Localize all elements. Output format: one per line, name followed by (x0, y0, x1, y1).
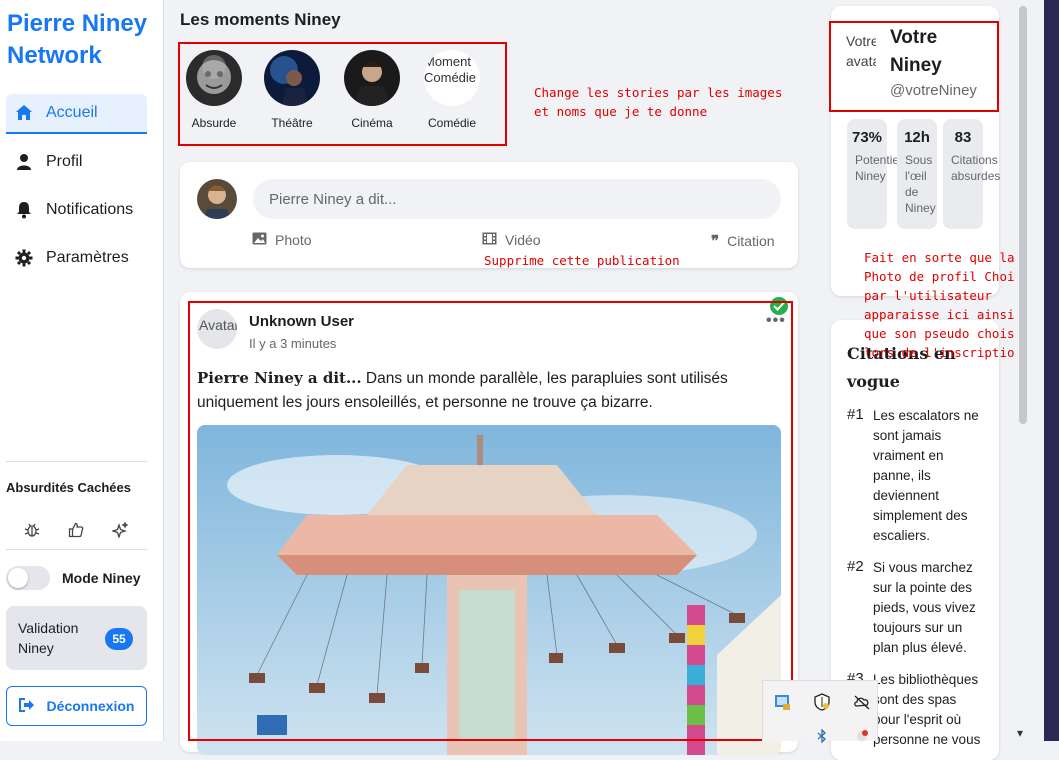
notification-dot-icon[interactable] (851, 725, 873, 747)
bell-icon (14, 200, 34, 220)
stat-value: 12h (904, 129, 930, 146)
gear-icon (14, 248, 34, 268)
stat-label: Citations absurdes (951, 153, 1001, 183)
stories-title: Les moments Niney (180, 10, 341, 29)
nav-label: Paramètres (46, 249, 129, 266)
nav-item-profil[interactable]: Profil (6, 142, 147, 182)
post-card: Avatar Unknown User Il y a 3 minutes •••… (180, 292, 798, 755)
validation-niney[interactable]: Validation Niney 55 (6, 606, 147, 670)
story-theatre[interactable]: Théâtre (260, 50, 324, 130)
nav-item-accueil[interactable]: Accueil (6, 94, 147, 134)
home-icon (14, 103, 34, 123)
story-comedie[interactable]: Moment Comédie Comédie (420, 50, 484, 130)
window-edge (1044, 0, 1059, 741)
nav-item-notifications[interactable]: Notifications (6, 190, 147, 230)
story-label: Comédie (427, 116, 477, 130)
validation-count-badge: 55 (105, 628, 133, 650)
quote-rank: #1 (847, 406, 864, 423)
profile-avatar-broken[interactable]: Votre avatar (846, 31, 876, 91)
quote-text: Les escalators ne sont jamais vraiment e… (873, 408, 979, 543)
stat-citations: 83 Citations absurdes (943, 119, 1001, 229)
composer-avatar (197, 179, 237, 219)
stat-value: 83 (954, 129, 972, 146)
quote-rank: #2 (847, 558, 864, 575)
stat-label: Sous l'œil de Niney (905, 153, 936, 215)
divider (6, 461, 147, 462)
scroll-down-arrow-icon[interactable]: ▾ (1017, 726, 1023, 740)
annotation-delete-note: Supprime cette publication (484, 253, 680, 268)
story-cinema[interactable]: Cinéma (340, 50, 404, 130)
quote-text: Si vous marchez sur la pointe des pieds,… (873, 560, 976, 655)
profile-handle: @votreNiney (890, 82, 977, 99)
validation-label: Validation Niney (18, 620, 79, 656)
annotation-stories-note: Change les stories par les images et nom… (534, 85, 783, 119)
story-absurde[interactable]: Absurde (182, 50, 246, 130)
post-image[interactable] (197, 425, 781, 755)
composer-input[interactable] (253, 179, 781, 219)
story-label: Cinéma (351, 116, 393, 130)
video-icon (482, 232, 497, 248)
story-label: Absurde (191, 116, 237, 130)
story-image (264, 50, 320, 106)
network-icon[interactable] (771, 691, 793, 713)
sidebar: Pierre Niney Network Accueil Profil Noti… (0, 0, 164, 741)
stat-potentiel: 73% Potentiel Niney (847, 119, 902, 229)
logout-button[interactable]: Déconnexion (6, 686, 147, 726)
quote-text: Les bibliothèques sont des spas pour l'e… (873, 672, 981, 747)
composer-video-button[interactable]: Vidéo (482, 232, 541, 248)
post-menu-button[interactable]: ••• (766, 312, 786, 330)
post-avatar-broken: Avatar (197, 309, 237, 349)
scrollbar-thumb[interactable] (1019, 6, 1027, 424)
quote-item[interactable]: #2 Si vous marchez sur la pointe des pie… (847, 558, 995, 658)
post-author[interactable]: Unknown User (249, 313, 354, 330)
story-image (186, 50, 242, 106)
brand-title[interactable]: Pierre Niney Network (7, 8, 157, 72)
story-label: Théâtre (271, 116, 313, 130)
hidden-absurdities-title: Absurdités Cachées (6, 480, 131, 495)
mode-niney-label: Mode Niney (62, 570, 141, 586)
nav-label: Profil (46, 153, 83, 170)
story-image-broken: Moment Comédie (424, 50, 480, 106)
composer-citation-button[interactable]: ❞ Citation (711, 232, 775, 250)
composer-action-label: Citation (727, 233, 775, 249)
nav-item-parametres[interactable]: Paramètres (6, 238, 147, 278)
logout-label: Déconnexion (46, 698, 135, 714)
user-icon (14, 152, 34, 172)
post-lead: Pierre Niney a dit... (197, 369, 362, 387)
cloud-off-icon[interactable] (851, 691, 873, 713)
toggle-knob (8, 568, 28, 588)
stat-label: Potentiel Niney (855, 153, 902, 183)
quote-item[interactable]: #1 Les escalators ne sont jamais vraimen… (847, 406, 995, 546)
mode-niney-toggle[interactable] (6, 566, 50, 590)
stat-sous-oeil: 12h Sous l'œil de Niney (897, 119, 937, 229)
bug-icon[interactable] (22, 520, 42, 540)
sparkles-icon[interactable] (110, 520, 130, 540)
image-icon (252, 232, 267, 248)
post-time: Il y a 3 minutes (249, 336, 337, 351)
thumbs-up-icon[interactable] (66, 520, 86, 540)
shield-icon[interactable] (811, 691, 833, 713)
composer-action-label: Vidéo (505, 232, 541, 248)
logout-icon (18, 697, 35, 715)
system-tray-popup (762, 680, 878, 743)
bluetooth-icon[interactable] (811, 725, 833, 747)
nav-label: Notifications (46, 201, 134, 218)
post-text: Pierre Niney a dit... Dans un monde para… (197, 366, 787, 415)
stat-value: 73% (851, 129, 883, 146)
divider (6, 549, 147, 550)
composer-photo-button[interactable]: Photo (252, 232, 312, 248)
story-image (344, 50, 400, 106)
profile-name: Votre Niney (890, 27, 942, 76)
composer-action-label: Photo (275, 232, 312, 248)
quote-icon: ❞ (711, 232, 720, 250)
nav-label: Accueil (46, 104, 98, 121)
